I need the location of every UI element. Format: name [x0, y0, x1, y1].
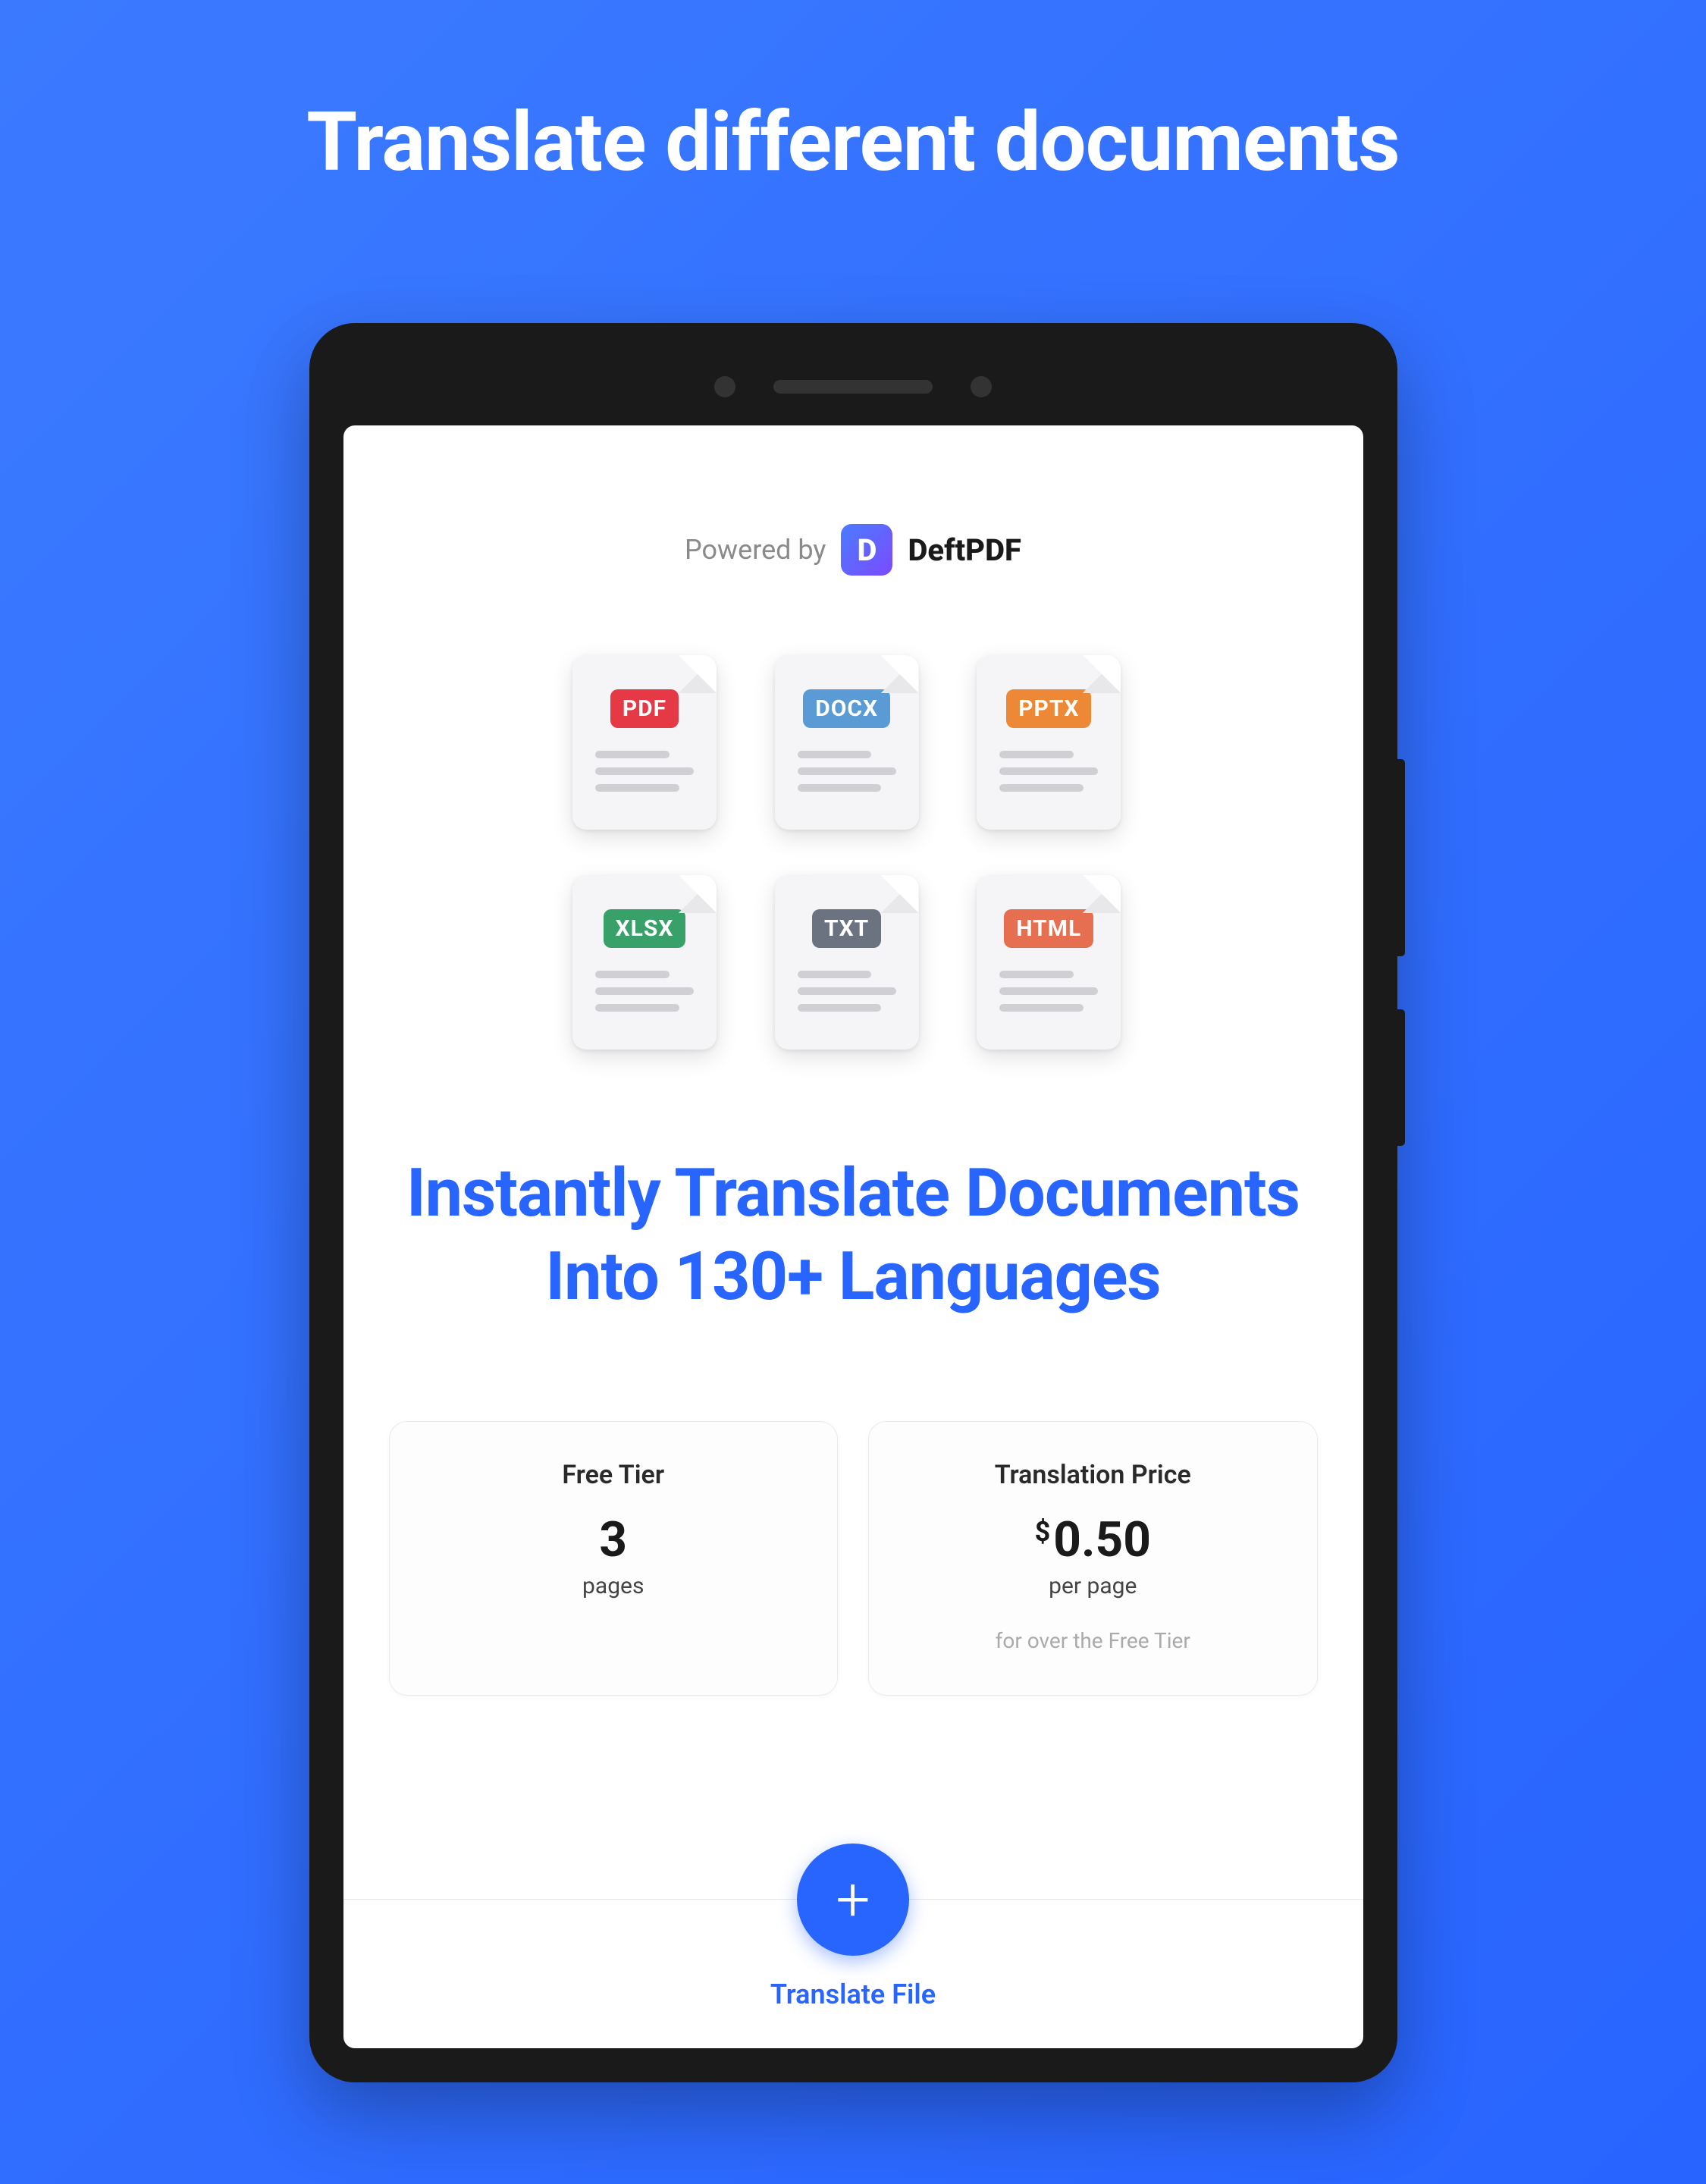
tablet-frame: Powered by D DeftPDF PDF DOCX PPTX: [309, 323, 1397, 2082]
free-tier-value: 3: [412, 1511, 815, 1568]
translate-file-button[interactable]: +: [797, 1844, 909, 1956]
file-lines-icon: [775, 971, 919, 1012]
file-lines-icon: [572, 971, 717, 1012]
file-lines-icon: [572, 751, 717, 792]
price-title: Translation Price: [892, 1460, 1294, 1490]
tablet-camera: [714, 376, 992, 397]
file-fold-icon: [881, 875, 919, 913]
free-tier-unit: pages: [412, 1573, 815, 1599]
file-badge-pdf: PDF: [610, 689, 679, 728]
translation-price-card: Translation Price $ 0.50 per page for ov…: [868, 1421, 1318, 1696]
file-lines-icon: [977, 971, 1121, 1012]
main-heading: Instantly Translate Documents Into 130+ …: [343, 1152, 1363, 1319]
file-type-html: HTML: [977, 875, 1121, 1050]
file-badge-docx: DOCX: [803, 689, 890, 728]
speaker-slot-icon: [773, 380, 933, 394]
file-fold-icon: [679, 875, 717, 913]
tablet-screen: Powered by D DeftPDF PDF DOCX PPTX: [343, 425, 1363, 2048]
bottom-section: + Translate File: [343, 1899, 1363, 2048]
plus-icon: +: [836, 1869, 870, 1930]
page-title: Translate different documents: [306, 95, 1400, 190]
free-tier-card: Free Tier 3 pages: [389, 1421, 839, 1696]
file-fold-icon: [679, 655, 717, 693]
file-fold-icon: [1083, 655, 1121, 693]
tablet-side-button: [1397, 1009, 1405, 1146]
brand-name: DeftPDF: [908, 532, 1021, 568]
file-type-pptx: PPTX: [977, 655, 1121, 830]
free-tier-title: Free Tier: [412, 1460, 815, 1490]
price-unit: per page: [892, 1573, 1294, 1599]
file-lines-icon: [775, 751, 919, 792]
price-note: for over the Free Tier: [892, 1628, 1294, 1653]
file-badge-pptx: PPTX: [1006, 689, 1091, 728]
file-type-xlsx: XLSX: [572, 875, 717, 1050]
sensor-dot-icon: [971, 376, 992, 397]
file-badge-xlsx: XLSX: [604, 909, 686, 948]
file-lines-icon: [977, 751, 1121, 792]
file-fold-icon: [1083, 875, 1121, 913]
file-type-grid: PDF DOCX PPTX XLSX TXT: [572, 655, 1134, 1050]
price-amount: 0.50: [1053, 1511, 1151, 1568]
powered-by-label: Powered by: [685, 534, 826, 566]
price-currency: $: [1035, 1516, 1051, 1548]
price-value: $ 0.50: [892, 1511, 1294, 1568]
translate-file-label[interactable]: Translate File: [770, 1978, 936, 2010]
file-badge-html: HTML: [1004, 909, 1093, 948]
tablet-side-button: [1397, 759, 1405, 956]
file-type-txt: TXT: [775, 875, 919, 1050]
file-fold-icon: [881, 655, 919, 693]
file-badge-txt: TXT: [812, 909, 881, 948]
powered-by-row: Powered by D DeftPDF: [343, 524, 1363, 576]
pricing-row: Free Tier 3 pages Translation Price $ 0.…: [389, 1421, 1318, 1696]
camera-dot-icon: [714, 376, 735, 397]
deftpdf-logo-icon: D: [841, 524, 892, 576]
file-type-docx: DOCX: [775, 655, 919, 830]
file-type-pdf: PDF: [572, 655, 717, 830]
